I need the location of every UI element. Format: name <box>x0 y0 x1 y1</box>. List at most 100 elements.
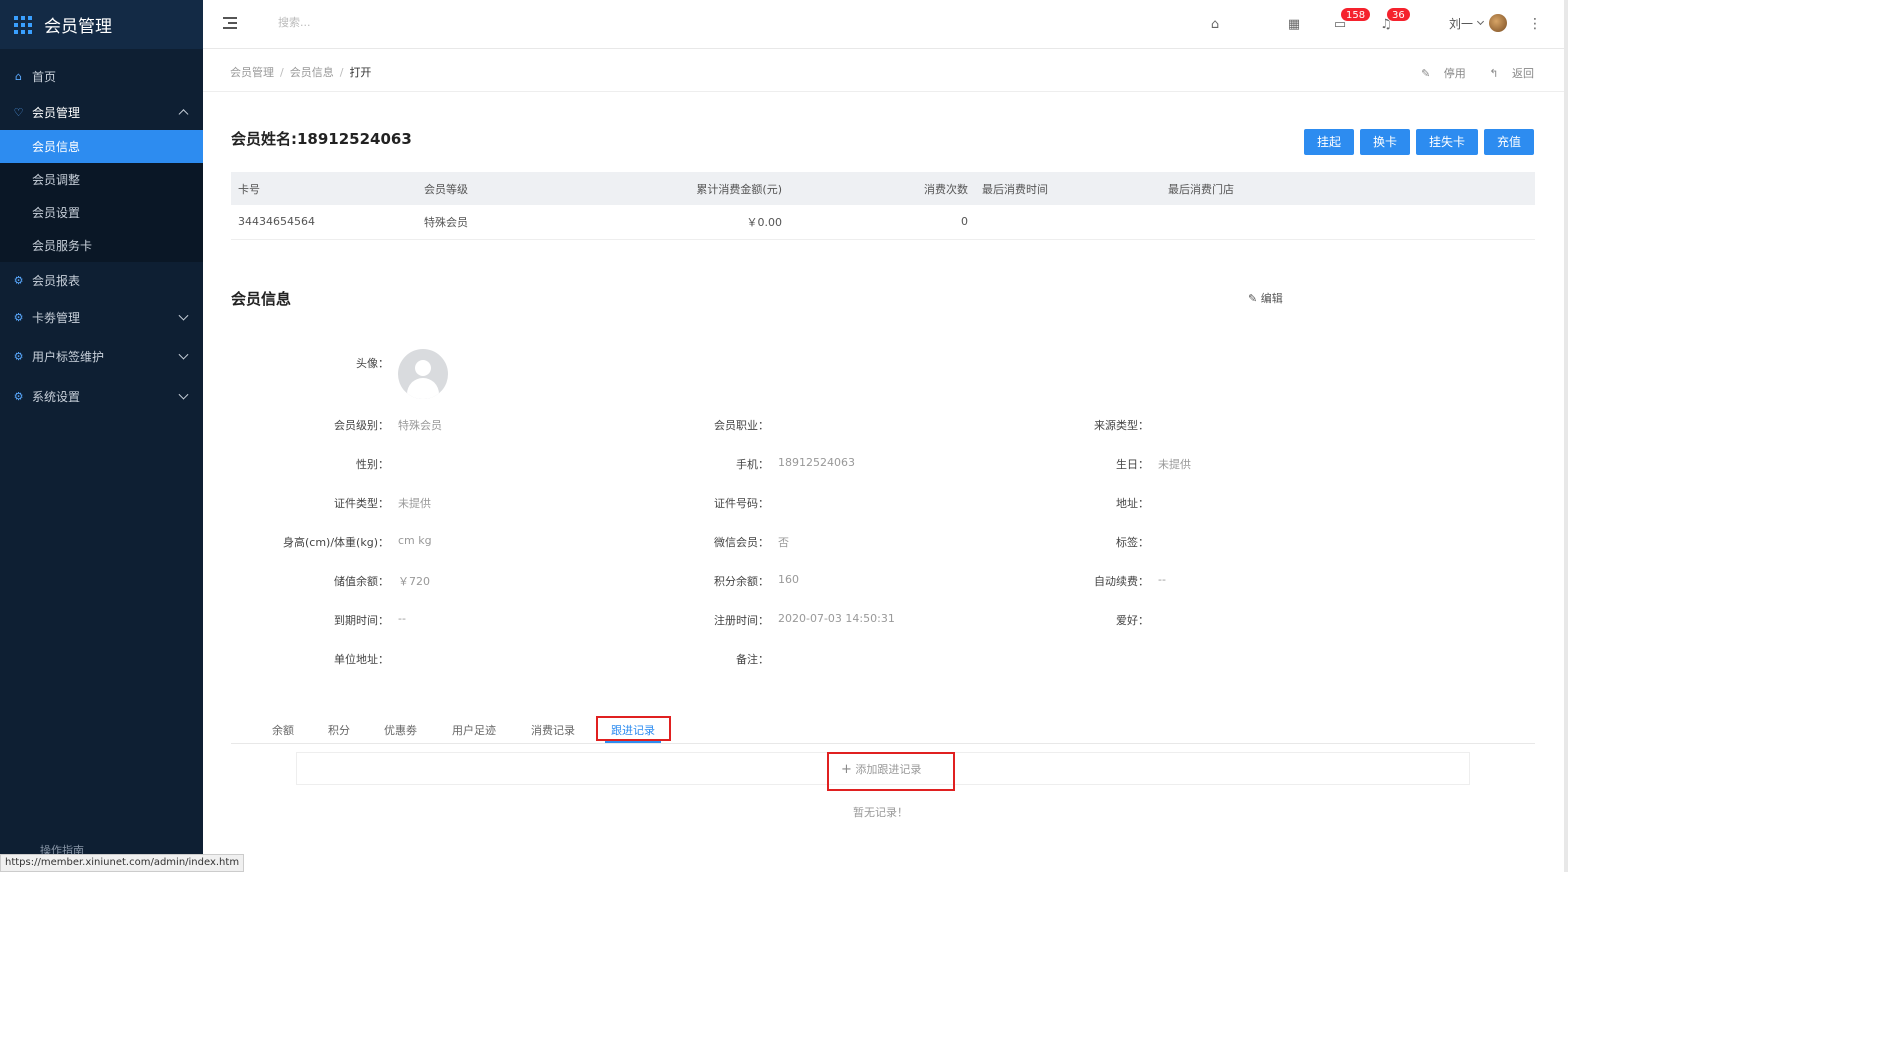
field-value: 未提供 <box>1158 458 1191 471</box>
home-icon[interactable]: ⌂ <box>1207 16 1223 32</box>
table-cell <box>975 205 1161 240</box>
add-followup-button[interactable]: + 添加跟进记录 <box>841 761 921 777</box>
chevron-up-icon <box>178 109 189 120</box>
field-label: 储值余额： <box>334 575 389 588</box>
avatar <box>398 349 448 399</box>
gear-icon: ⚙ <box>13 389 24 403</box>
recharge-button[interactable]: 充值 <box>1483 129 1534 155</box>
bell-icon[interactable]: ♫ 36 <box>1378 7 1411 32</box>
app-title: 会员管理 <box>44 17 112 37</box>
sidebar-menu: ⌂ 首页 ♡ 会员管理 会员信息 会员调整 会员设置 会员服务卡 ⚙ 会员报表 <box>0 58 203 416</box>
back-arrow-icon: ↰ <box>1489 67 1499 80</box>
sidebar-item-home[interactable]: ⌂ 首页 <box>0 58 203 94</box>
gear-icon: ⚙ <box>13 273 24 287</box>
column-header: 会员等级 <box>417 172 623 205</box>
sidebar-item-label: 会员服务卡 <box>32 239 93 253</box>
column-header: 卡号 <box>231 172 417 205</box>
table-cell: ￥0.00 <box>623 205 789 240</box>
field-value: 未提供 <box>398 497 431 510</box>
highlight-box <box>596 716 671 741</box>
avatar <box>1489 14 1508 32</box>
field-label: 性别： <box>356 458 389 471</box>
sidebar-item-label: 会员信息 <box>32 140 81 154</box>
field-value: 160 <box>778 573 799 586</box>
sidebar-item-member-management[interactable]: ♡ 会员管理 <box>0 94 203 130</box>
field-label: 标签： <box>1116 536 1149 549</box>
mail-badge: 158 <box>1340 7 1372 22</box>
more-vertical-icon[interactable]: ⋮ <box>1528 16 1542 32</box>
sidebar-item-member-service-card[interactable]: 会员服务卡 <box>0 229 203 262</box>
user-name: 刘一 <box>1449 16 1474 31</box>
sidebar-item-member-report[interactable]: ⚙ 会员报表 <box>0 262 203 298</box>
tab-consumption-records[interactable]: 消费记录 <box>531 722 575 738</box>
sidebar-item-member-info[interactable]: 会员信息 <box>0 130 203 163</box>
sidebar-item-system-settings[interactable]: ⚙ 系统设置 <box>0 376 203 416</box>
field-value: 18912524063 <box>778 456 855 469</box>
change-card-button[interactable]: 换卡 <box>1359 129 1410 155</box>
disable-button[interactable]: ✎ 停用 <box>1411 67 1466 80</box>
column-header: 累计消费金额(元) <box>623 172 789 205</box>
main-content: 会员姓名:18912524063 挂起 换卡 挂失卡 充值 卡号 会员等级 累计… <box>203 92 1568 872</box>
breadcrumb-item[interactable]: 会员管理 <box>230 66 274 79</box>
sidebar-item-label: 会员报表 <box>32 273 81 288</box>
empty-state-text: 暂无记录！ <box>853 806 908 819</box>
sidebar-item-label: 会员设置 <box>32 206 81 220</box>
field-label: 证件号码： <box>714 497 769 510</box>
breadcrumb-actions: ✎ 停用 ↰ 返回 <box>1401 65 1534 81</box>
mail-icon[interactable]: ▭ 158 <box>1332 7 1372 32</box>
member-icon: ♡ <box>13 105 24 119</box>
table-row: 34434654564 特殊会员 ￥0.00 0 <box>231 205 1535 240</box>
tab-coupons[interactable]: 优惠劵 <box>384 722 417 738</box>
tab-user-footprint[interactable]: 用户足迹 <box>452 722 496 738</box>
browser-status-url: https://member.xiniunet.com/admin/index.… <box>0 854 245 872</box>
record-tabs: 余额 积分 优惠劵 用户足迹 消费记录 跟进记录 <box>231 716 1535 744</box>
top-header: ⌂ ▦ ▭ 158 ♫ 36 刘一 ⋮ <box>203 0 1568 49</box>
tab-balance[interactable]: 余额 <box>272 722 294 738</box>
sidebar: 会员管理 ⌂ 首页 ♡ 会员管理 会员信息 会员调整 会员设置 会员服务卡 ⚙ … <box>0 0 203 872</box>
search-input[interactable] <box>278 16 438 29</box>
sidebar-item-label: 用户标签维护 <box>32 349 105 364</box>
sidebar-item-coupon-management[interactable]: ⚙ 卡劵管理 <box>0 298 203 336</box>
edit-square-icon: ✎ <box>1421 67 1431 80</box>
field-value: 特殊会员 <box>398 419 442 432</box>
sidebar-submenu: 会员信息 会员调整 会员设置 会员服务卡 <box>0 130 203 262</box>
avatar-label: 头像： <box>356 357 389 370</box>
field-label: 地址： <box>1116 497 1149 510</box>
sidebar-item-member-adjust[interactable]: 会员调整 <box>0 163 203 196</box>
gear-icon: ⚙ <box>13 310 24 324</box>
page-title: 会员姓名:18912524063 <box>231 130 412 148</box>
table-cell: 特殊会员 <box>417 205 623 240</box>
menu-toggle-icon[interactable] <box>223 17 237 29</box>
bell-badge: 36 <box>1386 7 1411 22</box>
user-menu[interactable]: 刘一 <box>1449 14 1508 32</box>
edit-button[interactable]: ✎ 编辑 <box>1248 290 1283 306</box>
column-header: 消费次数 <box>789 172 975 205</box>
chevron-down-icon <box>178 349 189 360</box>
scrollbar[interactable] <box>1564 0 1568 872</box>
breadcrumb-bar: 会员管理 / 会员信息 / 打开 ✎ 停用 ↰ 返回 <box>203 49 1568 92</box>
section-title: 会员信息 <box>231 290 292 308</box>
sidebar-item-label: 首页 <box>32 69 57 84</box>
field-value: -- <box>398 612 406 625</box>
breadcrumb: 会员管理 / 会员信息 / 打开 <box>230 66 372 79</box>
field-value: -- <box>1158 573 1166 586</box>
field-value: ￥720 <box>398 575 430 588</box>
sidebar-item-user-tags[interactable]: ⚙ 用户标签维护 <box>0 336 203 376</box>
suspend-button[interactable]: 挂起 <box>1303 129 1354 155</box>
breadcrumb-item[interactable]: 会员信息 <box>290 66 334 79</box>
report-lost-button[interactable]: 挂失卡 <box>1415 129 1478 155</box>
sidebar-item-member-settings[interactable]: 会员设置 <box>0 196 203 229</box>
apps-icon[interactable]: ▦ <box>1286 16 1302 32</box>
field-value: 2020-07-03 14:50:31 <box>778 612 895 625</box>
app-logo[interactable]: 会员管理 <box>0 0 203 49</box>
sidebar-item-label: 系统设置 <box>32 389 81 404</box>
sidebar-item-label: 会员管理 <box>32 105 81 120</box>
field-value: cm kg <box>398 534 432 547</box>
tab-points[interactable]: 积分 <box>328 722 350 738</box>
field-label: 生日： <box>1116 458 1149 471</box>
plus-icon: + <box>841 762 852 777</box>
add-followup-label: 添加跟进记录 <box>855 763 922 776</box>
field-label: 备注： <box>736 653 769 666</box>
back-button[interactable]: ↰ 返回 <box>1479 67 1534 80</box>
field-label: 来源类型： <box>1094 419 1149 432</box>
